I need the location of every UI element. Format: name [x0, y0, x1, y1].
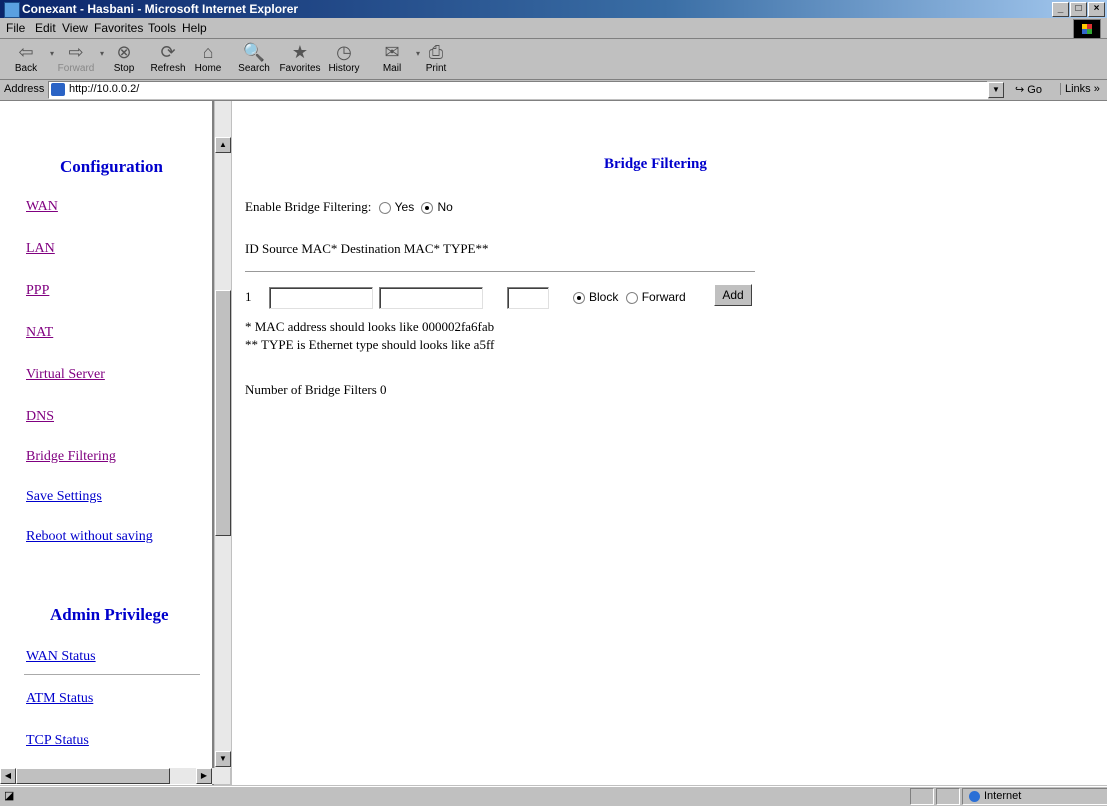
nav-link-nat[interactable]: NAT — [26, 325, 53, 341]
menu-view[interactable]: View — [62, 21, 88, 35]
action-radios: Block Forward — [569, 290, 686, 304]
back-button[interactable]: ⇦ Back ▾ — [4, 41, 54, 74]
refresh-button[interactable]: ⟳ Refresh — [146, 41, 190, 74]
links-button[interactable]: Links » — [1060, 83, 1100, 95]
home-button[interactable]: ⌂ Home — [186, 41, 230, 74]
enable-bridge-filtering-row: Enable Bridge Filtering: Yes No — [245, 199, 453, 215]
source-mac-input[interactable] — [269, 287, 373, 309]
enable-no-radio[interactable] — [421, 202, 434, 215]
stop-button[interactable]: ⊗ Stop — [102, 41, 146, 74]
configuration-heading: Configuration — [60, 157, 163, 176]
address-input[interactable]: http://10.0.0.2/ — [48, 81, 988, 99]
main-content-frame: Bridge Filtering Enable Bridge Filtering… — [232, 101, 1107, 785]
block-radio[interactable] — [573, 291, 585, 304]
back-arrow-icon: ⇦ — [18, 42, 34, 62]
refresh-icon: ⟳ — [160, 42, 176, 62]
window-controls: _ □ × — [1052, 2, 1105, 17]
windows-logo-icon — [1073, 19, 1101, 39]
go-arrow-icon: ↪ — [1015, 84, 1025, 96]
history-icon: ◷ — [336, 42, 352, 62]
status-pane — [936, 788, 960, 805]
maximize-button[interactable]: □ — [1070, 2, 1087, 17]
security-zone: Internet — [962, 788, 1107, 805]
status-bar: ◪ Internet — [0, 786, 1107, 806]
search-button[interactable]: 🔍 Search — [232, 41, 276, 74]
stop-icon: ⊗ — [116, 42, 132, 62]
nav-divider — [24, 674, 200, 676]
row-id: 1 — [245, 289, 252, 304]
nav-link-wan[interactable]: WAN — [26, 199, 58, 215]
enable-yes-radio[interactable] — [378, 202, 391, 215]
yes-label: Yes — [394, 200, 415, 214]
forward-arrow-icon: ⇨ — [68, 42, 84, 62]
ie-app-icon — [4, 2, 20, 18]
mail-icon: ✉ — [384, 42, 400, 62]
forward-radio[interactable] — [625, 291, 638, 304]
nav-link-tcp-status[interactable]: TCP Status — [26, 733, 89, 749]
left-frame-horizontal-scrollbar[interactable]: ◀ ▶ — [0, 768, 230, 784]
nav-link-atm-status[interactable]: ATM Status — [26, 691, 93, 707]
nav-link-ppp[interactable]: PPP — [26, 283, 49, 299]
admin-privilege-heading: Admin Privilege — [50, 605, 169, 624]
address-label: Address — [4, 83, 45, 95]
toolbar: ⇦ Back ▾ ⇨ Forward ▾ ⊗ Stop ⟳ Refresh ⌂ Home 🔍 S… — [0, 39, 1107, 80]
nav-link-lan[interactable]: LAN — [26, 241, 55, 257]
menu-file[interactable]: File — [6, 21, 25, 35]
nav-link-dns[interactable]: DNS — [26, 409, 54, 425]
menu-bar: File Edit View Favorites Tools Help — [0, 18, 1107, 39]
address-dropdown-button[interactable]: ▼ — [988, 82, 1004, 98]
menu-edit[interactable]: Edit — [35, 21, 56, 35]
header-divider — [245, 271, 755, 272]
print-button[interactable]: ⎙ Print — [414, 41, 458, 74]
column-headers: ID Source MAC* Destination MAC* TYPE** — [245, 241, 489, 256]
internet-globe-icon — [969, 790, 980, 802]
enable-label: Enable Bridge Filtering: — [245, 199, 372, 214]
home-icon: ⌂ — [202, 42, 214, 62]
forward-button[interactable]: ⇨ Forward ▾ — [54, 41, 104, 74]
status-pane — [910, 788, 934, 805]
ie-page-icon — [51, 83, 65, 96]
nav-link-virtual-server[interactable]: Virtual Server — [26, 367, 105, 383]
address-url: http://10.0.0.2/ — [69, 83, 140, 95]
favorites-button[interactable]: ★ Favorites — [278, 41, 322, 74]
address-bar: Address http://10.0.0.2/ ▼ ↪ Go Links » — [0, 80, 1107, 101]
scroll-down-arrow-icon[interactable]: ▼ — [215, 751, 231, 767]
nav-link-save-settings[interactable]: Save Settings — [26, 489, 102, 505]
block-label: Block — [589, 290, 619, 304]
type-input[interactable] — [507, 287, 549, 309]
add-button[interactable]: Add — [714, 284, 752, 306]
mac-format-note: * MAC address should looks like 000002fa… — [245, 319, 495, 334]
destination-mac-input[interactable] — [379, 287, 483, 309]
menu-favorites[interactable]: Favorites — [94, 21, 143, 35]
nav-link-reboot[interactable]: Reboot without saving — [26, 529, 153, 545]
go-button[interactable]: ↪ Go — [1015, 83, 1042, 96]
scroll-left-arrow-icon[interactable]: ◀ — [0, 768, 16, 784]
search-icon: 🔍 — [242, 42, 266, 62]
nav-link-bridge-filtering[interactable]: Bridge Filtering — [26, 449, 116, 465]
window-title: Conexant - Hasbani - Microsoft Internet … — [22, 2, 299, 16]
left-nav-frame: Configuration WAN LAN PPP NAT Virtual Se… — [0, 101, 214, 785]
title-bar: Conexant - Hasbani - Microsoft Internet … — [0, 0, 1107, 18]
forward-label: Forward — [641, 290, 686, 304]
mail-button[interactable]: ✉ Mail ▾ — [370, 41, 420, 74]
menu-tools[interactable]: Tools — [148, 21, 176, 35]
scroll-right-arrow-icon[interactable]: ▶ — [196, 768, 212, 784]
page-title: Bridge Filtering — [604, 156, 707, 172]
hscroll-thumb[interactable] — [16, 768, 170, 784]
nav-link-wan-status[interactable]: WAN Status — [26, 649, 96, 665]
favorites-icon: ★ — [291, 42, 309, 62]
print-icon: ⎙ — [428, 42, 444, 62]
menu-help[interactable]: Help — [182, 21, 207, 35]
close-button[interactable]: × — [1088, 2, 1105, 17]
left-frame-vertical-scrollbar[interactable]: ▲ ▼ — [214, 101, 231, 768]
page-status-icon: ◪ — [4, 790, 15, 802]
no-label: No — [437, 200, 453, 214]
history-button[interactable]: ◷ History — [322, 41, 366, 74]
type-format-note: ** TYPE is Ethernet type should looks li… — [245, 337, 495, 352]
bridge-filter-count: Number of Bridge Filters 0 — [245, 382, 387, 397]
scroll-up-arrow-icon[interactable]: ▲ — [215, 137, 231, 153]
scroll-thumb[interactable] — [215, 290, 231, 536]
minimize-button[interactable]: _ — [1052, 2, 1069, 17]
